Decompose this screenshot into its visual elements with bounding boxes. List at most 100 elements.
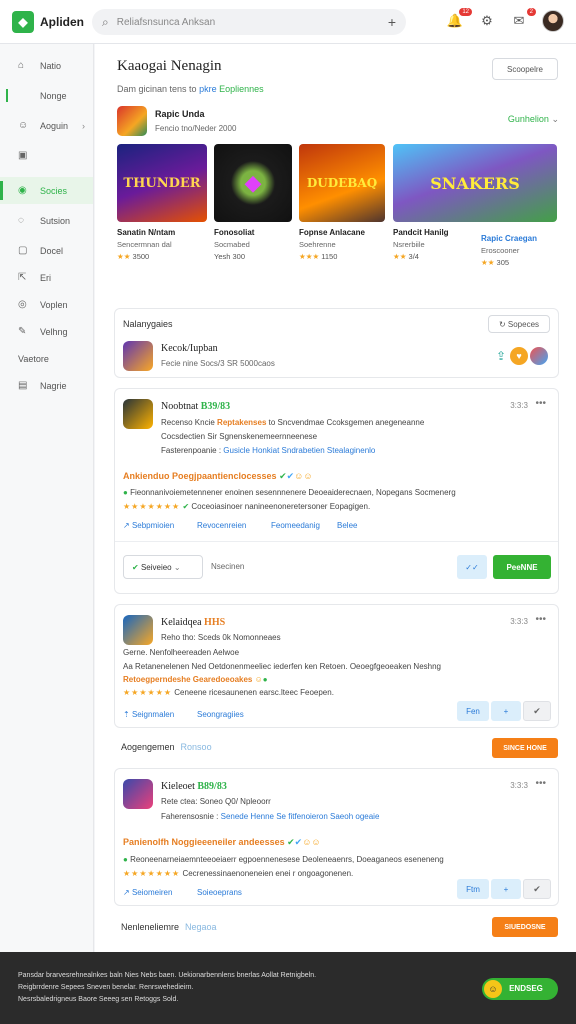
game-card[interactable]: DUDEBAQ Fopnse Anlacane Soehrenne ★★★ 11…: [299, 144, 385, 261]
author-avatar[interactable]: [123, 399, 153, 429]
post-line-3: Aa Retanenelenen Ned Oetdonenmeeliec ied…: [123, 662, 442, 671]
post-line-4: ★★★★★★★ Cecrenessinaenoneneien enei r on…: [123, 869, 354, 878]
add-button[interactable]: +: [491, 879, 521, 899]
check-button[interactable]: ✔: [523, 879, 551, 899]
chevron-right-icon: ›: [82, 120, 85, 131]
image-icon: ▣: [18, 150, 28, 161]
app-logo-icon[interactable]: ◆: [12, 10, 34, 33]
top-action-button[interactable]: Scoopelre: [492, 58, 558, 80]
reply-label: Nsecinen: [211, 562, 245, 571]
chart-icon: ↗: [123, 521, 130, 530]
more-options-icon[interactable]: •••: [535, 398, 546, 409]
section-2-button[interactable]: SIUEDOSNE: [492, 917, 558, 937]
footer-cta-button[interactable]: ☺ ENDSEG: [482, 978, 558, 1000]
footer: Pansdar brarvesrehnealnkes baln Nies Neb…: [0, 952, 576, 1024]
settings-icon[interactable]: ⚙: [478, 12, 496, 30]
sidebar-item-options[interactable]: ◎ Voplen: [0, 291, 93, 318]
sidebar-item-bookmarks[interactable]: Nonge: [0, 82, 93, 109]
categories-button[interactable]: ↻ Sopeces: [488, 315, 550, 333]
post-line-2: Cocsdectien Sir Sgnenskenemeernneenese: [161, 432, 318, 441]
author-avatar[interactable]: [123, 779, 153, 809]
category-app-icon[interactable]: [123, 341, 153, 371]
check-circle-icon: ●: [123, 488, 128, 497]
check-icon: ✔: [279, 471, 287, 481]
sidebar-item-account[interactable]: ☺ Aoguin ›: [0, 112, 93, 139]
reply-selector[interactable]: ✔ Seiveieo ⌄: [123, 555, 203, 579]
post-link-2[interactable]: Soieoeprans: [197, 888, 242, 897]
post-highlight: Retoegperndeshe Gearedoeoakes ☺●: [123, 675, 268, 684]
chat-icon: ◌: [18, 215, 24, 226]
section-1-button[interactable]: SINCE HONE: [492, 738, 558, 758]
game-sub: Eroscooner: [481, 246, 520, 255]
settings-icon: ◎: [18, 299, 27, 310]
post-link-3[interactable]: Feomeedanig: [271, 521, 320, 530]
lock-icon: ☺: [484, 980, 502, 998]
search-input[interactable]: Reliafsnsunca Anksan: [117, 17, 388, 28]
post-link-2[interactable]: Seongragiies: [197, 710, 244, 719]
notifications-bell-icon[interactable]: 🔔 12: [446, 8, 472, 30]
featured-app-icon[interactable]: [117, 106, 147, 136]
add-button[interactable]: +: [491, 701, 521, 721]
post-link-1[interactable]: ↗ Seiomeiren: [123, 888, 172, 897]
game-sub: Nsrerbiile: [393, 240, 425, 249]
more-options-icon[interactable]: •••: [535, 614, 546, 625]
sidebar-item-games[interactable]: ◉ Socies: [0, 177, 93, 204]
game-card[interactable]: THUNDER Sanatin N/ntam Sencermnan dal ★★…: [117, 144, 207, 261]
sidebar-item-share[interactable]: ⇱ Eri: [0, 264, 93, 291]
like-icon[interactable]: ♥: [510, 347, 528, 365]
post-time: 3:3:3: [510, 617, 528, 626]
chevron-down-icon: ⌄: [551, 114, 559, 124]
messages-icon[interactable]: ✉ 2: [510, 8, 536, 30]
action-light-button[interactable]: Ftm: [457, 879, 489, 899]
post-link-4[interactable]: Belee: [337, 521, 357, 530]
featured-filter-dropdown[interactable]: Gunhelion ⌄: [508, 114, 559, 125]
primary-action-button[interactable]: PeeNNE: [493, 555, 551, 579]
sidebar-item-stats[interactable]: ▤ Nagrie: [0, 372, 93, 399]
post-tag: B89/83: [197, 781, 227, 792]
search-bar[interactable]: ⌕ Reliafsnsunca Anksan +: [92, 9, 406, 35]
author-avatar[interactable]: [123, 615, 153, 645]
post-line-2: Gerne. Nenfolheereaden Aelwoe: [123, 648, 240, 657]
like-button[interactable]: ✓✓: [457, 555, 487, 579]
subtitle-link-1[interactable]: pkre: [199, 84, 217, 94]
post-card: Kelaidqea HHS 3:3:3 ••• Reho tho: Sceds …: [114, 604, 559, 728]
sidebar-item-chat[interactable]: ◌ Sutsion: [0, 207, 93, 234]
subtitle-link-2[interactable]: Eopliennes: [219, 84, 264, 94]
thumbs-icon: ✓✓: [465, 562, 479, 572]
post-line-2: Faherensosnie : Senede Henne Se fitfenoi…: [161, 812, 380, 821]
sidebar-item-section[interactable]: Vaetore: [0, 345, 93, 372]
user-avatar[interactable]: [542, 10, 564, 32]
game-rating: ★★★ 1150: [299, 252, 338, 261]
sidebar-item-gallery[interactable]: ▣: [0, 142, 93, 169]
post-link-1[interactable]: ↗ Sebpmioien: [123, 521, 174, 530]
post-tag: HHS: [204, 617, 226, 628]
check-button[interactable]: ✔: [523, 701, 551, 721]
sidebar-item-home[interactable]: ⌂ Natio: [0, 52, 93, 79]
action-light-button[interactable]: Fen: [457, 701, 489, 721]
post-link-2[interactable]: Revocenreien: [197, 521, 246, 530]
game-card[interactable]: SNAKERS Pandcit Hanilg Nsrerbiile ★★ 3/4: [393, 144, 557, 261]
check-icon: ●: [262, 675, 268, 684]
chart-icon: ↗: [123, 888, 130, 897]
add-icon[interactable]: +: [388, 14, 396, 30]
main-content: Kaaogai Nenagin Scoopelre Dam gicinan te…: [95, 44, 576, 952]
post-line-3: Fasterenpoanie : Gusicle Honkiat Sndrabe…: [161, 446, 376, 455]
post-card: Kieleoet B89/83 3:3:3 ••• Rete ctea: Son…: [114, 768, 559, 906]
post-line-1: Reho tho: Sceds 0k Nomonneaes: [161, 633, 281, 642]
featured-name: Rapic Unda: [155, 109, 205, 119]
more-options-icon[interactable]: •••: [535, 778, 546, 789]
user-icon: ☺: [18, 120, 29, 131]
header-actions: 🔔 12 ⚙ ✉ 2: [446, 8, 564, 32]
category-sub: Fecie nine Socs/3 SR 5000caos: [161, 359, 275, 368]
game-card[interactable]: ◆ Fonosoliat Socmabed Yesh 300: [214, 144, 292, 261]
post-link-1[interactable]: ⇡ Seignmalen: [123, 710, 174, 719]
game-art: THUNDER: [117, 144, 207, 222]
post-line-1: Recenso Kncie Reptakenses to Sncvendmae …: [161, 418, 425, 427]
share-icon[interactable]: ⇪: [496, 349, 506, 363]
share-circle-icon[interactable]: [530, 347, 548, 365]
categories-title: Nalanygaies: [123, 319, 173, 329]
sidebar-item-docs[interactable]: ▢ Docel: [0, 237, 93, 264]
game-card[interactable]: Rapic Craegan Eroscooner ★★ 305: [481, 228, 559, 267]
sidebar-item-edit[interactable]: ✎ Velhng: [0, 318, 93, 345]
emoji-icon: ☺☺: [302, 837, 321, 847]
